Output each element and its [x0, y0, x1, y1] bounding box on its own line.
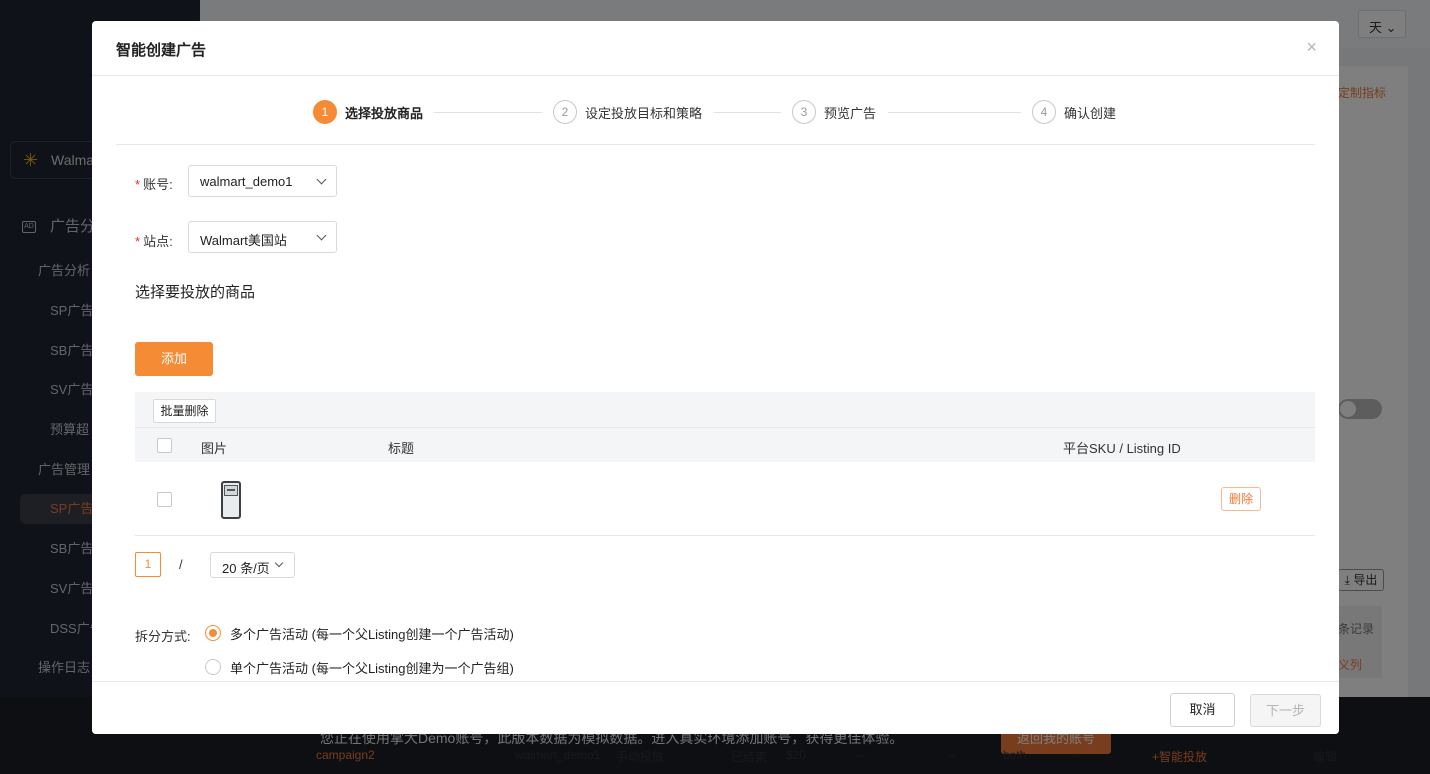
chevron-down-icon: [316, 174, 327, 185]
split-option-multi[interactable]: 多个广告活动 (每一个父Listing创建一个广告活动): [205, 625, 514, 642]
column-sku: 平台SKU / Listing ID: [1063, 441, 1181, 456]
table-toolbar: 批量删除: [135, 392, 1315, 427]
batch-delete-button[interactable]: 批量删除: [153, 399, 216, 423]
table-header: 图片 标题 平台SKU / Listing ID: [135, 427, 1315, 462]
smart-create-ad-modal: 智能创建广告 × 1 选择投放商品 2 设定投放目标和策略 3 预览广告 4 确…: [92, 21, 1339, 734]
account-label: * 账号:: [135, 177, 173, 192]
step-3: 3 预览广告: [792, 100, 876, 124]
required-mark: *: [135, 177, 141, 192]
step-label: 预览广告: [824, 105, 877, 121]
row-checkbox[interactable]: [157, 492, 172, 507]
modal-header: 智能创建广告 ×: [92, 21, 1339, 76]
radio-label: 单个广告活动 (每一个父Listing创建为一个广告组): [230, 660, 514, 676]
pager-current-page[interactable]: 1: [135, 552, 161, 577]
table-row: 删除: [135, 462, 1315, 536]
steps: 1 选择投放商品 2 设定投放目标和策略 3 预览广告 4 确认创建: [92, 76, 1339, 145]
select-all-checkbox[interactable]: [157, 438, 172, 453]
radio-unchecked[interactable]: [205, 659, 221, 675]
product-image: [219, 480, 243, 520]
account-select[interactable]: walmart_demo1: [188, 165, 337, 197]
split-option-single[interactable]: 单个广告活动 (每一个父Listing创建为一个广告组): [205, 659, 514, 676]
modal-footer: 取消 下一步: [92, 681, 1339, 734]
close-icon[interactable]: ×: [1306, 37, 1317, 58]
step-number: 1: [313, 100, 337, 124]
step-label: 选择投放商品: [345, 105, 424, 121]
radio-checked[interactable]: [205, 625, 221, 641]
section-title: 选择要投放的商品: [135, 284, 256, 301]
step-2: 2 设定投放目标和策略: [553, 100, 702, 124]
radio-label: 多个广告活动 (每一个父Listing创建一个广告活动): [230, 626, 514, 642]
cancel-button[interactable]: 取消: [1170, 693, 1235, 727]
step-number: 2: [553, 100, 577, 124]
delete-row-button[interactable]: 删除: [1221, 487, 1261, 511]
chevron-down-icon: [274, 558, 284, 568]
site-label: * 站点:: [135, 234, 173, 249]
step-4: 4 确认创建: [1032, 100, 1116, 124]
modal-title: 智能创建广告: [116, 42, 207, 59]
step-label: 设定投放目标和策略: [585, 105, 703, 121]
page-size-select[interactable]: 20 条/页: [210, 552, 295, 578]
step-connector: [888, 112, 1021, 113]
pager-separator: /: [179, 557, 183, 572]
step-1: 1 选择投放商品: [313, 100, 423, 124]
step-number: 4: [1032, 100, 1056, 124]
site-select[interactable]: Walmart美国站: [188, 221, 337, 253]
add-product-button[interactable]: 添加: [135, 342, 213, 376]
step-label: 确认创建: [1064, 105, 1117, 121]
step-connector: [714, 112, 781, 113]
step-number: 3: [792, 100, 816, 124]
step-connector: [434, 112, 542, 113]
divider: [116, 144, 1315, 145]
column-title: 标题: [388, 441, 415, 456]
chevron-down-icon: [316, 230, 327, 241]
required-mark: *: [135, 234, 141, 249]
column-image: 图片: [201, 441, 228, 456]
split-label: 拆分方式:: [135, 629, 191, 644]
next-step-button[interactable]: 下一步: [1250, 694, 1321, 727]
